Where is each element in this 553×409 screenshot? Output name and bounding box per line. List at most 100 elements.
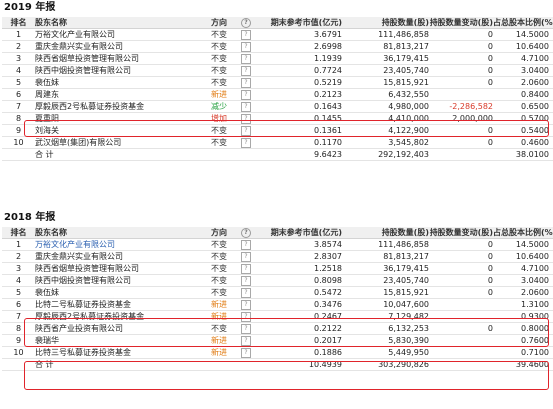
rank-cell: 10 (13, 138, 24, 147)
direction-cell: 新进 (211, 348, 227, 357)
info-icon[interactable]: ? (241, 251, 251, 262)
table-row[interactable]: 3 陕西省烟草投资管理有限公司 不变? 1.1939 36,179,415 0 4.7100 (2, 53, 553, 65)
header-holding-change: 持股数量变动(股) (429, 18, 493, 27)
shareholder-name[interactable]: 陕西中烟投资管理有限公司 (35, 275, 211, 287)
shareholder-name[interactable]: 周建东 (35, 89, 211, 101)
header-holding: 持股数量(股) (381, 18, 429, 27)
shareholder-name[interactable]: 厚毅辰西2号私募证券投资基金 (35, 101, 211, 113)
market-value-cell: 0.5472 (314, 288, 342, 297)
pct-cell: 0.4600 (521, 138, 549, 147)
shareholder-name[interactable]: 万裕文化产业有限公司 (35, 239, 211, 251)
table-row[interactable]: 2 重庆金鼎兴实业有限公司 不变? 2.8307 81,813,217 0 10.6400 (2, 251, 553, 263)
holding-change-cell (429, 347, 493, 359)
header-market-value: 期末参考市值(亿元) (270, 18, 342, 27)
pct-cell: 0.7100 (521, 348, 549, 357)
info-icon[interactable]: ? (241, 77, 251, 88)
market-value-cell: 0.1643 (314, 102, 342, 111)
info-icon[interactable]: ? (241, 347, 251, 358)
table-row[interactable]: 4 陕西中烟投资管理有限公司 不变? 0.8098 23,405,740 0 3.0400 (2, 275, 553, 287)
holding-cell: 81,813,217 (383, 42, 429, 51)
shareholder-name[interactable]: 陕西省烟草投资管理有限公司 (35, 263, 211, 275)
info-icon[interactable]: ? (241, 53, 251, 64)
shareholder-name[interactable]: 重庆金鼎兴实业有限公司 (35, 41, 211, 53)
rank-cell: 4 (15, 66, 22, 75)
table-row[interactable]: 3 陕西省烟草投资管理有限公司 不变? 1.2518 36,179,415 0 4.7100 (2, 263, 553, 275)
rank-cell: 1 (15, 240, 22, 249)
shareholder-name[interactable]: 裴伍妹 (35, 77, 211, 89)
header-name: 股东名称 (35, 18, 67, 27)
help-icon[interactable]: ? (241, 17, 251, 28)
market-value-cell: 0.1886 (314, 348, 342, 357)
info-icon[interactable]: ? (241, 299, 251, 310)
shareholder-name[interactable]: 陕西省烟草投资管理有限公司 (35, 53, 211, 65)
direction-cell: 减少 (211, 102, 227, 111)
shareholder-name[interactable]: 比特二号私募证券投资基金 (35, 299, 211, 311)
pct-cell: 3.0400 (521, 66, 549, 75)
holding-change-cell: 0 (487, 288, 493, 297)
market-value-cell: 1.2518 (314, 264, 342, 273)
pct-cell: 3.0400 (521, 276, 549, 285)
table-row[interactable]: 1 万裕文化产业有限公司 不变? 3.6791 111,486,858 0 14.5000 (2, 29, 553, 41)
rank-cell: 10 (13, 348, 24, 357)
info-icon[interactable]: ? (241, 275, 251, 286)
info-icon[interactable]: ? (241, 287, 251, 298)
market-value-cell: 0.8098 (314, 276, 342, 285)
table-row[interactable]: 10 武汉烟草(集团)有限公司 不变? 0.1170 3,545,802 0 0.4600 (2, 137, 553, 149)
shareholder-name[interactable]: 万裕文化产业有限公司 (35, 29, 211, 41)
direction-cell: 新进 (211, 90, 227, 99)
info-icon[interactable]: ? (241, 41, 251, 52)
table-row[interactable]: 6 周建东 新进? 0.2123 6,432,550 0.8400 (2, 89, 553, 101)
holding-change-cell: 0 (487, 66, 493, 75)
market-value-cell: 0.1170 (314, 138, 342, 147)
holding-change-cell: 0 (487, 252, 493, 261)
shareholder-name[interactable]: 比特三号私募证券投资基金 (35, 347, 211, 359)
pct-cell: 10.6400 (515, 252, 549, 261)
info-icon[interactable]: ? (241, 29, 251, 40)
table-row[interactable]: 1 万裕文化产业有限公司 不变? 3.8574 111,486,858 0 14.5000 (2, 239, 553, 251)
rank-cell: 1 (15, 30, 22, 39)
table-row[interactable]: 5 裴伍妹 不变? 0.5472 15,815,921 0 2.0600 (2, 287, 553, 299)
header-direction: 方向 (211, 18, 227, 27)
table-row[interactable]: 10 比特三号私募证券投资基金 新进? 0.1886 5,449,950 0.7100 (2, 347, 553, 359)
table-row[interactable]: 5 裴伍妹 不变? 0.5219 15,815,921 0 2.0600 (2, 77, 553, 89)
market-value-cell: 2.8307 (314, 252, 342, 261)
table-row[interactable]: 4 陕西中烟投资管理有限公司 不变? 0.7724 23,405,740 0 3.0400 (2, 65, 553, 77)
header-holding-change: 持股数量变动(股) (429, 228, 493, 237)
market-value-cell: 1.1939 (314, 54, 342, 63)
table-row[interactable]: 7 厚毅辰西2号私募证券投资基金 减少? 0.1643 4,980,000 -2,286,… (2, 101, 553, 113)
rank-cell: 2 (15, 42, 22, 51)
holdings-table-2019: 排名 股东名称 方向 ? 期末参考市值(亿元) 持股数量(股) 持股数量变动(股… (2, 17, 553, 161)
holding-cell: 4,980,000 (388, 102, 429, 111)
report-2018-title: 2018 年报 (4, 212, 56, 223)
table-row[interactable]: 6 比特二号私募证券投资基金 新进? 0.3476 10,047,600 1.3100 (2, 299, 553, 311)
info-icon[interactable]: ? (241, 263, 251, 274)
shareholder-name[interactable]: 陕西中烟投资管理有限公司 (35, 65, 211, 77)
shareholder-name[interactable]: 裴伍妹 (35, 287, 211, 299)
info-icon[interactable]: ? (241, 239, 251, 250)
holding-change-cell: 0 (487, 30, 493, 39)
pct-cell: 2.0600 (521, 288, 549, 297)
info-icon[interactable]: ? (241, 65, 251, 76)
direction-cell: 不变 (211, 138, 227, 147)
rank-cell: 6 (15, 300, 22, 309)
info-icon[interactable]: ? (241, 137, 251, 148)
info-icon[interactable]: ? (241, 89, 251, 100)
shareholder-name[interactable]: 武汉烟草(集团)有限公司 (35, 137, 211, 149)
pct-cell: 4.7100 (521, 54, 549, 63)
holding-change-cell: -2,286,582 (449, 102, 493, 111)
info-icon[interactable]: ? (241, 101, 251, 112)
market-value-cell: 3.8574 (314, 240, 342, 249)
holding-cell: 6,432,550 (388, 90, 429, 99)
holding-cell: 5,449,950 (388, 348, 429, 357)
holding-change-cell: 0 (487, 54, 493, 63)
shareholder-name[interactable]: 重庆金鼎兴实业有限公司 (35, 251, 211, 263)
table-row[interactable]: 2 重庆金鼎兴实业有限公司 不变? 2.6998 81,813,217 0 10.6400 (2, 41, 553, 53)
direction-cell: 不变 (211, 264, 227, 273)
pct-cell: 10.6400 (515, 42, 549, 51)
holding-change-cell: 0 (487, 240, 493, 249)
pct-cell: 4.7100 (521, 264, 549, 273)
total-row: 合 计 9.6423 292,192,403 38.0100 (2, 149, 553, 161)
rank-cell: 3 (15, 264, 22, 273)
header-direction: 方向 (211, 228, 227, 237)
help-icon[interactable]: ? (241, 227, 251, 238)
